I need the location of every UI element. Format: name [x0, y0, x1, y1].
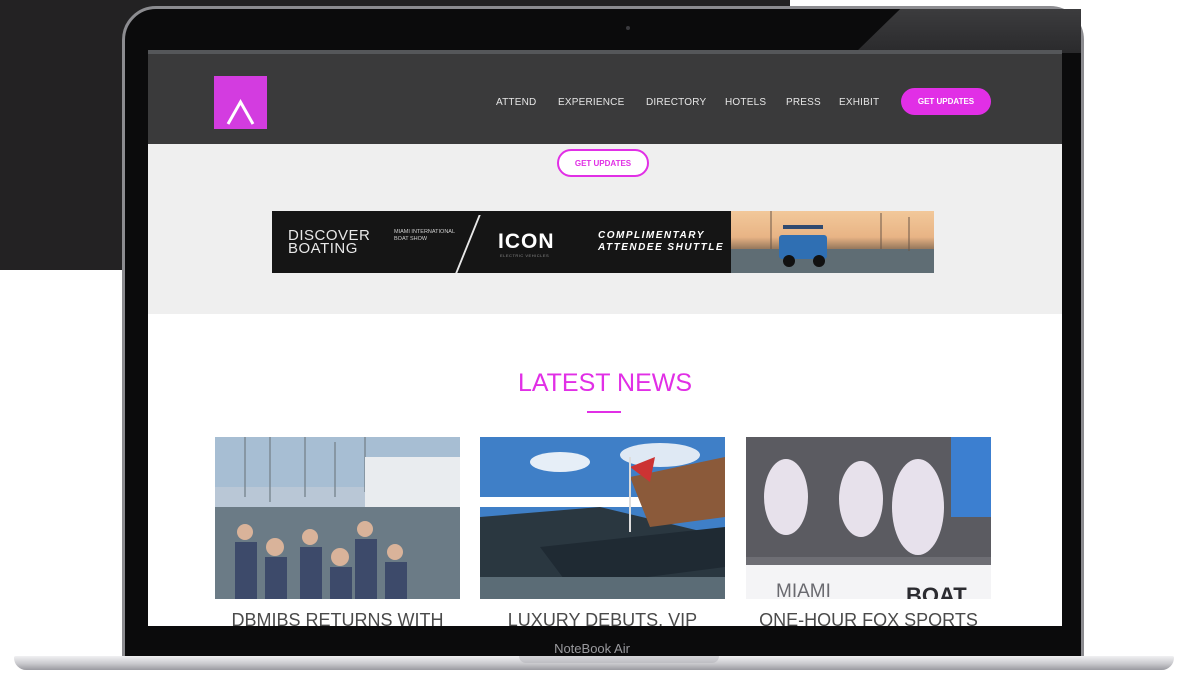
latest-news-heading: LATEST NEWS: [517, 369, 693, 397]
device-label: NoteBook Air: [554, 641, 630, 656]
news-card-image[interactable]: MIAMI BOAT: [746, 437, 991, 599]
boat-show-text: MIAMI INTERNATIONAL BOAT SHOW: [394, 229, 455, 242]
banner-divider: [455, 215, 481, 273]
nav-experience[interactable]: EXPERIENCE: [558, 97, 624, 108]
nav-exhibit[interactable]: EXHIBIT: [839, 97, 879, 108]
icon-brand-logo: ICON: [498, 230, 555, 253]
site-logo[interactable]: [214, 76, 267, 129]
icon-brand-subtext: ELECTRIC VEHICLES: [500, 253, 550, 258]
get-updates-outline-button[interactable]: GET UPDATES: [557, 149, 649, 177]
complimentary-text: COMPLIMENTARY: [598, 230, 705, 241]
stage-sign-text-2: BOAT: [906, 583, 967, 599]
discover-boating-text: DISCOVER BOATING: [288, 227, 371, 257]
stage-sign-text: MIAMI: [776, 581, 831, 599]
news-card-title[interactable]: LUXURY DEBUTS, VIP: [480, 610, 725, 626]
chevron-up-icon: [226, 98, 255, 125]
news-card-image[interactable]: [480, 437, 725, 599]
banner-headline: COMPLIMENTARY ATTENDEE SHUTTLE: [598, 230, 724, 254]
get-updates-button[interactable]: GET UPDATES: [901, 88, 991, 115]
promo-band: GET UPDATES DISCOVER BOATING MIAMI INTER…: [148, 144, 1062, 314]
website-screen: ATTEND EXPERIENCE DIRECTORY HOTELS PRESS…: [148, 50, 1062, 626]
nav-directory[interactable]: DIRECTORY: [646, 97, 706, 108]
webcam-icon: [626, 26, 630, 30]
news-card-title[interactable]: DBMIBS RETURNS WITH: [215, 610, 460, 626]
nav-attend[interactable]: ATTEND: [496, 97, 536, 108]
nav-press[interactable]: PRESS: [786, 97, 821, 108]
news-card-image[interactable]: [215, 437, 460, 599]
heading-underline: [587, 411, 621, 413]
laptop-base: [14, 656, 1174, 670]
golf-cart-photo: [731, 211, 934, 273]
attendee-shuttle-text: ATTENDEE SHUTTLE: [598, 242, 725, 253]
shuttle-banner-ad[interactable]: DISCOVER BOATING MIAMI INTERNATIONAL BOA…: [272, 211, 934, 273]
news-card-title[interactable]: ONE-HOUR FOX SPORTS: [746, 610, 991, 626]
laptop-notch: [519, 656, 719, 663]
site-header: ATTEND EXPERIENCE DIRECTORY HOTELS PRESS…: [148, 54, 1062, 144]
nav-hotels[interactable]: HOTELS: [725, 97, 766, 108]
